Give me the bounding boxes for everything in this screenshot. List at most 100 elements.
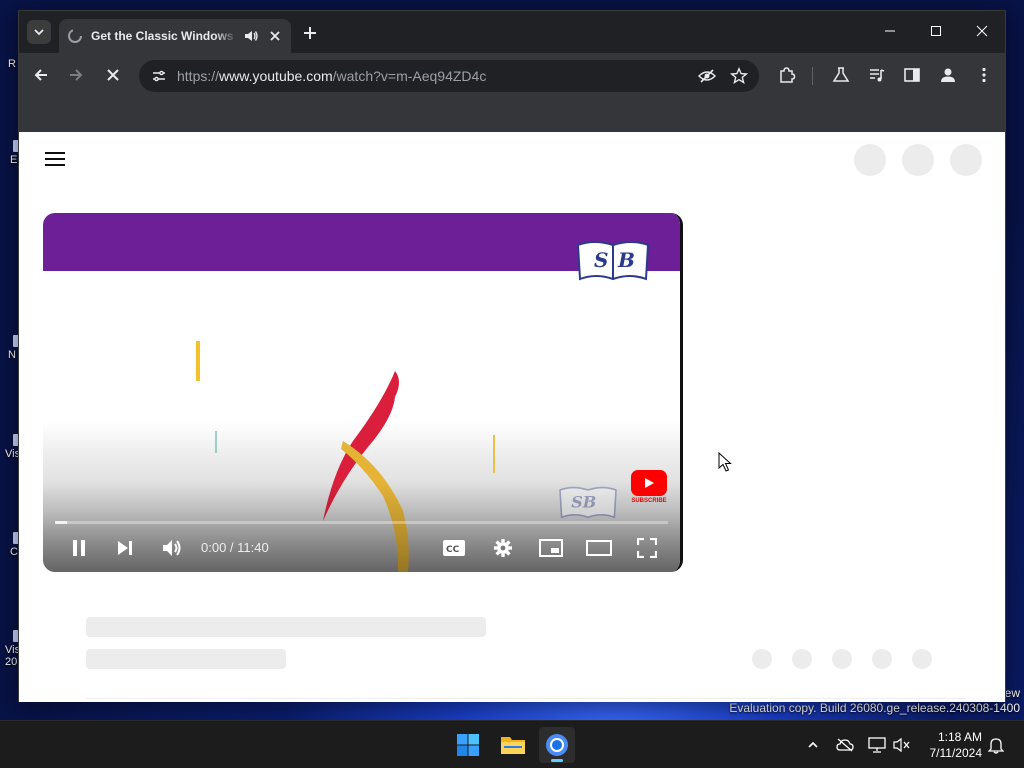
time-separator: / [226, 540, 238, 555]
address-bar[interactable]: https://www.youtube.com/watch?v=m-Aeq94Z… [139, 60, 759, 92]
volume-tray-icon[interactable] [892, 735, 912, 755]
tab-youtube[interactable]: Get the Classic Windows XP [59, 19, 291, 53]
guide-menu-button[interactable] [45, 152, 65, 168]
svg-text:CC: CC [446, 545, 460, 555]
browser-window: Get the Classic Windows XP https://www.y… [18, 10, 1006, 702]
network-tray-icon[interactable] [867, 735, 887, 755]
skeleton-placeholder [872, 649, 892, 669]
mouse-cursor-icon [718, 452, 732, 472]
subscribe-watermark[interactable]: SUBSCRIBE [630, 470, 668, 510]
tracking-protection-button[interactable] [695, 64, 719, 88]
clock-date: 7/11/2024 [929, 746, 983, 760]
folder-icon [501, 737, 525, 754]
new-tab-button[interactable] [299, 22, 321, 44]
skeleton-placeholder [854, 144, 886, 176]
desktop-icon[interactable]: N [0, 335, 19, 361]
star-icon [730, 67, 748, 84]
chrome-taskbar-button[interactable] [539, 727, 575, 763]
tab-search-button[interactable] [27, 20, 51, 44]
start-button[interactable] [450, 727, 486, 763]
skeleton-placeholder [832, 649, 852, 669]
desktop-icon-label: C [10, 546, 18, 558]
url-path: /watch?v=m-Aeq94ZD4c [332, 68, 487, 84]
progress-bar[interactable] [55, 521, 668, 524]
network-icon [868, 737, 886, 753]
windows-logo-icon [457, 734, 479, 756]
eye-off-icon [698, 69, 716, 83]
desktop-icon-label: R [8, 58, 16, 70]
volume-icon [163, 540, 181, 556]
side-panel-button[interactable] [900, 63, 924, 87]
svg-text:S: S [594, 248, 608, 272]
site-info-button[interactable] [149, 66, 169, 86]
desktop-icon[interactable]: R [0, 58, 16, 70]
close-window-button[interactable] [959, 11, 1005, 51]
stop-loading-button[interactable] [101, 63, 125, 87]
skeleton-placeholder [912, 649, 932, 669]
svg-text:SB: SB [571, 493, 596, 512]
divider [86, 698, 966, 699]
notifications-button[interactable] [986, 735, 1006, 755]
puzzle-icon [780, 67, 796, 83]
clock-time: 1:18 AM [937, 730, 982, 744]
miniplayer-icon [539, 539, 563, 557]
title-skeleton [86, 617, 486, 637]
svg-text:B: B [617, 248, 635, 272]
browser-toolbar: https://www.youtube.com/watch?v=m-Aeq94Z… [19, 53, 1005, 97]
menu-button[interactable] [972, 63, 996, 87]
tab-title: Get the Classic Windows XP [91, 29, 237, 43]
url-text[interactable]: https://www.youtube.com/watch?v=m-Aeq94Z… [177, 68, 695, 84]
desktop-icon-label: N [8, 349, 16, 361]
fullscreen-button[interactable] [633, 534, 661, 562]
infobar-area [19, 97, 1005, 132]
progress-played [55, 521, 68, 524]
bookmark-button[interactable] [727, 64, 751, 88]
minimize-button[interactable] [867, 11, 913, 51]
forward-button[interactable] [64, 63, 88, 87]
labs-button[interactable] [829, 63, 853, 87]
next-button[interactable] [111, 534, 139, 562]
profile-button[interactable] [936, 63, 960, 87]
captions-button[interactable]: CC [440, 534, 468, 562]
youtube-play-icon [631, 470, 667, 496]
skeleton-placeholder [902, 144, 934, 176]
pause-button[interactable] [65, 534, 93, 562]
extensions-button[interactable] [775, 63, 799, 87]
media-controls-button[interactable] [865, 63, 889, 87]
video-player[interactable]: S B SB SUBSCRIBE 0:00 / 11:40 CC [43, 213, 683, 572]
skeleton-placeholder [792, 649, 812, 669]
tab-strip: Get the Classic Windows XP [19, 11, 1005, 53]
show-hidden-icons-button[interactable] [803, 735, 823, 755]
theater-mode-icon [586, 540, 612, 556]
tune-icon [153, 70, 165, 82]
flask-icon [832, 67, 850, 82]
speaker-icon[interactable] [243, 28, 259, 44]
file-explorer-button[interactable] [495, 727, 531, 763]
mute-button[interactable] [158, 534, 186, 562]
back-button[interactable] [29, 63, 53, 87]
playlist-music-icon [870, 69, 885, 82]
system-clock[interactable]: 1:18 AM 7/11/2024 [930, 729, 983, 761]
theater-mode-button[interactable] [585, 534, 613, 562]
miniplayer-button[interactable] [537, 534, 565, 562]
loading-spinner-icon [68, 29, 82, 43]
desktop-icon-label: 20 [5, 656, 18, 668]
chrome-icon [546, 734, 568, 756]
url-scheme: https:// [177, 68, 220, 84]
taskbar: 1:18 AM 7/11/2024 [0, 720, 1024, 768]
close-tab-icon[interactable] [267, 28, 283, 44]
desktop-icon-label: E [10, 154, 18, 166]
time-current: 0:00 [201, 540, 227, 555]
toolbar-divider [812, 67, 813, 85]
desktop-icon[interactable]: E [0, 140, 19, 166]
desktop-icon[interactable]: C [0, 532, 19, 558]
onedrive-tray-icon[interactable] [835, 735, 855, 755]
person-icon [941, 68, 955, 82]
maximize-button[interactable] [913, 11, 959, 51]
close-icon [107, 69, 119, 81]
arrow-right-icon [70, 69, 83, 81]
watermark-build: Evaluation copy. Build 26080.ge_release.… [729, 701, 1020, 715]
closed-captions-icon: CC [443, 540, 465, 556]
settings-button[interactable] [489, 534, 517, 562]
speaker-muted-icon [893, 737, 910, 753]
